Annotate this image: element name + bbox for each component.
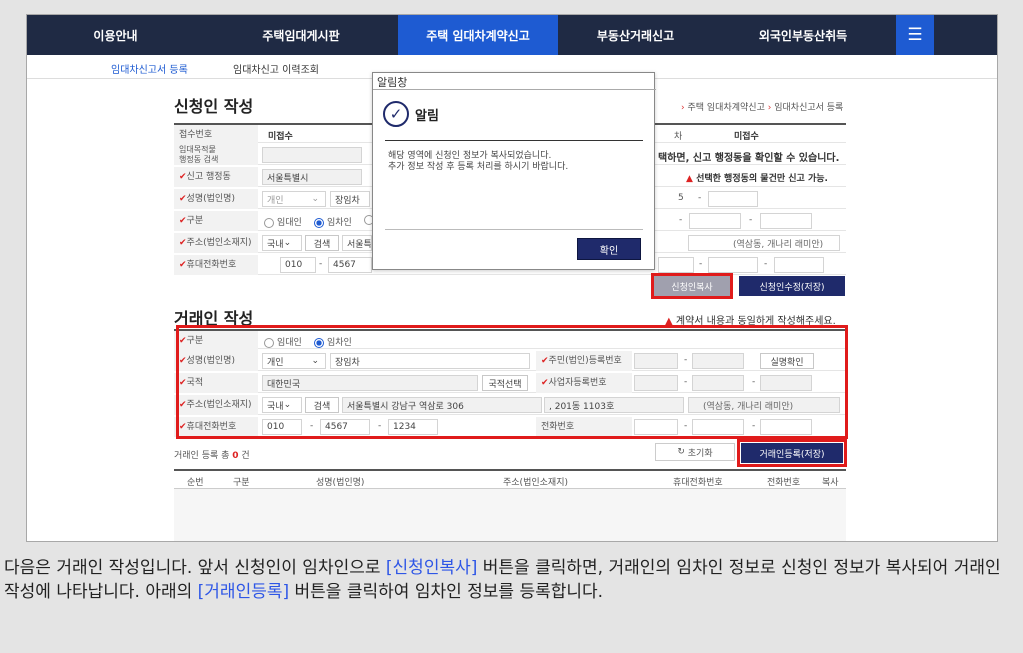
receipt-value-right: 미접수: [734, 132, 759, 142]
address-note-field[interactable]: (역삼동, 개나리 래미안): [688, 235, 840, 251]
highlight-trader-form: [176, 325, 848, 439]
receipt-label-right: 차: [674, 132, 683, 142]
edit-applicant-button[interactable]: 신청인수정(저장): [739, 276, 845, 296]
warning-icon: ▲: [686, 174, 693, 184]
divider: [385, 140, 643, 141]
confirm-button[interactable]: 확인: [577, 238, 641, 260]
dash-separator: -: [698, 193, 702, 203]
radio-selected-icon: [314, 217, 324, 228]
subnav-register[interactable]: 임대차신고서 등록: [111, 61, 188, 76]
trader-table-header: 순번 구분 성명(법인명) 주소(법인소재지) 휴대전화번호 전화번호 복사: [174, 469, 846, 489]
office-warning: ▲ 선택한 행정동의 물건만 신고 가능.: [686, 174, 828, 184]
col-header: 주소(법인소재지): [503, 478, 568, 488]
col-header: 전화번호: [767, 478, 801, 488]
trader-table-body: [174, 489, 846, 541]
screenshot-frame: 이용안내 주택임대게시판 주택 임대차계약신고 부동산거래신고 외국인부동산취득…: [26, 14, 998, 542]
check-circle-icon: ✓: [383, 101, 409, 127]
highlight-register-button: [737, 439, 847, 467]
biz-field-2[interactable]: [760, 213, 812, 229]
breadcrumb-item[interactable]: 임대차신고서 등록: [774, 103, 843, 113]
biz-field-1[interactable]: [689, 213, 741, 229]
radio-icon: [264, 217, 274, 228]
dialog-window-title: 알림창: [377, 76, 408, 89]
col-header: 순번: [187, 478, 204, 488]
dash-separator: -: [764, 259, 768, 269]
nav-item-guide[interactable]: 이용안내: [27, 15, 204, 55]
nav-item-foreigner[interactable]: 외국인부동산취득: [713, 15, 893, 55]
dash-separator: -: [679, 215, 683, 225]
chevron-down-icon: ⌄: [311, 194, 319, 204]
radio-landlord[interactable]: 임대인: [264, 215, 302, 228]
trader-count: 거래인 등록 총 0 건: [174, 451, 250, 461]
caption-text: 다음은 거래인 작성입니다. 앞서 신청인이 임차인으로 [신청인복사] 버튼을…: [4, 558, 1001, 602]
alert-dialog: 알림창 ✓ 알림 해당 영역에 신청인 정보가 복사되었습니다. 추가 정보 작…: [372, 72, 656, 270]
top-nav: 이용안내 주택임대게시판 주택 임대차계약신고 부동산거래신고 외국인부동산취득…: [27, 15, 997, 55]
caption-highlight: [신청인복사]: [385, 558, 478, 578]
nav-item-board[interactable]: 주택임대게시판: [204, 15, 398, 55]
lease-office-field[interactable]: [262, 147, 362, 163]
applicant-section-title: 신청인 작성: [174, 97, 254, 116]
divider: [385, 229, 643, 230]
divider: [373, 89, 656, 90]
name-right-fragment: 5: [678, 193, 684, 203]
receipt-label: 접수번호: [174, 125, 258, 145]
nav-item-lease-report[interactable]: 주택 임대차계약신고: [398, 15, 558, 55]
col-header: 성명(법인명): [316, 478, 365, 488]
tel-field-2[interactable]: [708, 257, 758, 273]
lease-office-label: 임대목적물 행정동 검색: [174, 145, 258, 165]
tel-field-1[interactable]: [658, 257, 694, 273]
phone-label: ✔ 휴대전화번호: [174, 255, 258, 275]
breadcrumb-arrow-icon: ›: [681, 103, 685, 113]
address-search-button[interactable]: 검색: [305, 235, 339, 251]
receipt-value: 미접수: [268, 132, 293, 142]
dash-separator: -: [319, 259, 323, 269]
name-label: ✔ 성명(법인명): [174, 189, 258, 209]
phone-field-2[interactable]: 4567: [328, 257, 372, 273]
address-field[interactable]: 서울특: [342, 235, 372, 251]
breadcrumb: › 주택 임대차계약신고 › 임대차신고서 등록: [681, 100, 843, 113]
refresh-icon: ↻: [677, 447, 685, 457]
breadcrumb-arrow-icon: ›: [767, 103, 772, 113]
radio-tenant[interactable]: 임차인: [314, 215, 352, 228]
caption-highlight: [거래인등록]: [197, 582, 290, 602]
resident-field[interactable]: [708, 191, 758, 207]
name-type-select[interactable]: 개인 ⌄: [262, 191, 326, 207]
reset-button[interactable]: ↻ 초기화: [655, 443, 735, 461]
col-header: 휴대전화번호: [673, 478, 723, 488]
breadcrumb-item[interactable]: 주택 임대차계약신고: [687, 103, 764, 113]
type-label: ✔ 구분: [174, 211, 258, 231]
address-label: ✔ 주소(법인소재지): [174, 233, 258, 253]
phone-field-1[interactable]: 010: [280, 257, 316, 273]
nav-item-real-estate-report[interactable]: 부동산거래신고: [558, 15, 713, 55]
highlight-copy-button: [651, 273, 733, 299]
col-header: 복사: [822, 478, 839, 488]
hamburger-menu-icon[interactable]: ☰: [896, 15, 934, 55]
address-scope-select[interactable]: 국내 ⌄: [262, 235, 302, 251]
lease-office-message: 택하면, 신고 행정동을 확인할 수 있습니다.: [658, 153, 840, 164]
subnav-history[interactable]: 임대차신고 이력조회: [233, 61, 319, 76]
dash-separator: -: [749, 215, 753, 225]
office-label: ✔ 신고 행정동: [174, 167, 258, 187]
dash-separator: -: [699, 259, 703, 269]
col-header: 구분: [233, 478, 250, 488]
tel-field-3[interactable]: [774, 257, 824, 273]
name-field[interactable]: 장임차: [330, 191, 370, 207]
dialog-message: 해당 영역에 신청인 정보가 복사되었습니다. 추가 정보 작성 후 등록 처리…: [388, 151, 569, 172]
dialog-heading: 알림: [415, 109, 439, 124]
office-field[interactable]: 서울특별시: [262, 169, 362, 185]
